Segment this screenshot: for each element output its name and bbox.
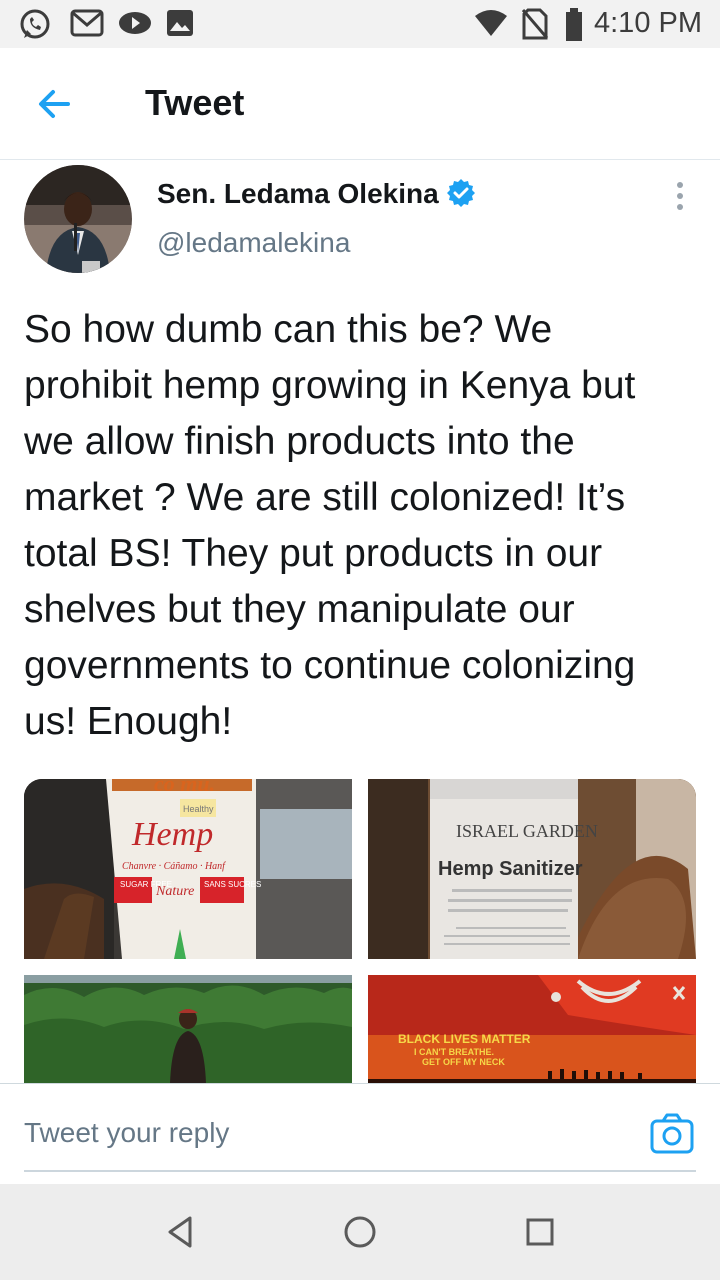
svg-text:Healthy: Healthy	[183, 804, 214, 814]
dot	[677, 204, 683, 210]
svg-text:I CAN'T BREATHE.: I CAN'T BREATHE.	[414, 1047, 494, 1057]
app-bar: Tweet	[0, 48, 720, 160]
svg-text:Nature: Nature	[155, 884, 194, 899]
tweet-media-1[interactable]: co mu. Healthy Hemp Chanvre · Cáñamo · H…	[24, 779, 352, 959]
status-bar: 4:10 PM	[0, 0, 720, 48]
gmail-icon	[70, 9, 104, 37]
more-options-button[interactable]	[664, 178, 696, 214]
wifi-icon	[475, 10, 507, 36]
author-handle[interactable]: @ledamalekina	[157, 227, 350, 259]
svg-text:Hemp: Hemp	[131, 816, 213, 853]
tweet-text: So how dumb can this be? We prohibit hem…	[24, 308, 636, 743]
clock: 4:10 PM	[594, 7, 702, 39]
reply-bar	[0, 1083, 720, 1184]
recents-square-icon[interactable]	[516, 1208, 564, 1256]
tweet-media-3[interactable]	[24, 975, 352, 1083]
avatar[interactable]	[24, 165, 132, 273]
author-name[interactable]: Sen. Ledama Olekina	[157, 178, 439, 210]
verified-badge-icon	[447, 179, 475, 207]
dot	[677, 182, 683, 188]
svg-text:co mu.: co mu.	[154, 779, 215, 796]
hemp-field-photo-icon	[24, 975, 352, 1083]
svg-text:Chanvre · Cáñamo · Hanf: Chanvre · Cáñamo · Hanf	[122, 861, 226, 872]
whatsapp-icon	[20, 9, 50, 39]
back-button[interactable]	[28, 78, 80, 130]
gallery-icon	[167, 10, 193, 36]
system-nav-bar	[0, 1184, 720, 1280]
youtube-icon	[119, 12, 151, 34]
battery-icon	[566, 8, 582, 41]
tweet-media-4[interactable]: BLACK LIVES MATTER I CAN'T BREATHE. GET …	[368, 975, 696, 1083]
hemp-sanitizer-bottle-photo-icon: ISRAEL GARDEN Hemp Sanitizer	[368, 779, 696, 959]
tweet-media-2[interactable]: ISRAEL GARDEN Hemp Sanitizer	[368, 779, 696, 959]
reply-input[interactable]	[24, 1106, 696, 1172]
svg-text:SANS SUCRES: SANS SUCRES	[204, 880, 261, 889]
svg-text:Hemp Sanitizer: Hemp Sanitizer	[438, 858, 583, 880]
dot	[677, 193, 683, 199]
back-triangle-icon[interactable]	[156, 1208, 204, 1256]
svg-text:ISRAEL GARDEN: ISRAEL GARDEN	[456, 821, 598, 841]
no-sim-icon	[522, 8, 548, 40]
page-title: Tweet	[145, 82, 245, 123]
hemp-milk-carton-photo-icon: co mu. Healthy Hemp Chanvre · Cáñamo · H…	[24, 779, 352, 959]
black-lives-matter-poster-photo-icon: BLACK LIVES MATTER I CAN'T BREATHE. GET …	[368, 975, 696, 1083]
svg-text:BLACK LIVES MATTER: BLACK LIVES MATTER	[398, 1032, 531, 1046]
camera-icon[interactable]	[650, 1112, 694, 1156]
home-circle-icon[interactable]	[336, 1208, 384, 1256]
svg-text:GET OFF MY NECK: GET OFF MY NECK	[422, 1057, 505, 1067]
avatar-photo-icon	[24, 165, 132, 273]
arrow-left-icon	[39, 90, 70, 118]
